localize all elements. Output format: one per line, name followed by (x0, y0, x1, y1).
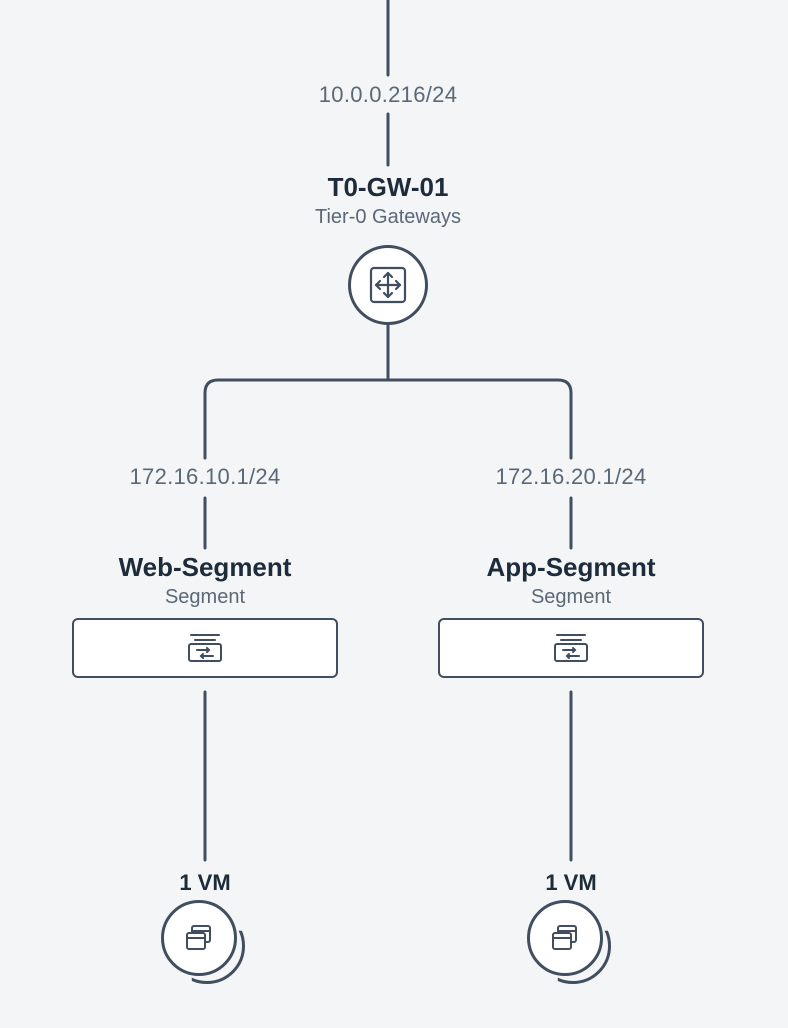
segment-cidr-label: 172.16.10.1/24 (129, 464, 280, 490)
vm-group-node[interactable] (527, 900, 607, 980)
segment-icon (551, 632, 591, 664)
segment-node-web[interactable] (72, 618, 338, 678)
segment-name-label[interactable]: Web-Segment (119, 552, 292, 583)
vm-count-label: 1 VM (545, 870, 596, 896)
gateway-name-label[interactable]: T0-GW-01 (328, 172, 449, 203)
gateway-type-label: Tier-0 Gateways (315, 206, 461, 229)
vm-stack-icon (549, 923, 581, 953)
segment-type-label: Segment (531, 586, 611, 609)
segment-type-label: Segment (165, 586, 245, 609)
segment-node-app[interactable] (438, 618, 704, 678)
segment-name-label[interactable]: App-Segment (487, 552, 656, 583)
vm-group-node[interactable] (161, 900, 241, 980)
network-topology-diagram: 10.0.0.216/24 T0-GW-01 Tier-0 Gateways 1… (0, 0, 788, 1028)
topology-connectors (0, 0, 788, 1028)
vm-count-label: 1 VM (179, 870, 230, 896)
segment-cidr-label: 172.16.20.1/24 (495, 464, 646, 490)
router-icon (369, 266, 407, 304)
tier0-gateway-node[interactable] (348, 245, 428, 325)
uplink-cidr-label: 10.0.0.216/24 (319, 82, 457, 108)
vm-stack-icon (183, 923, 215, 953)
segment-icon (185, 632, 225, 664)
